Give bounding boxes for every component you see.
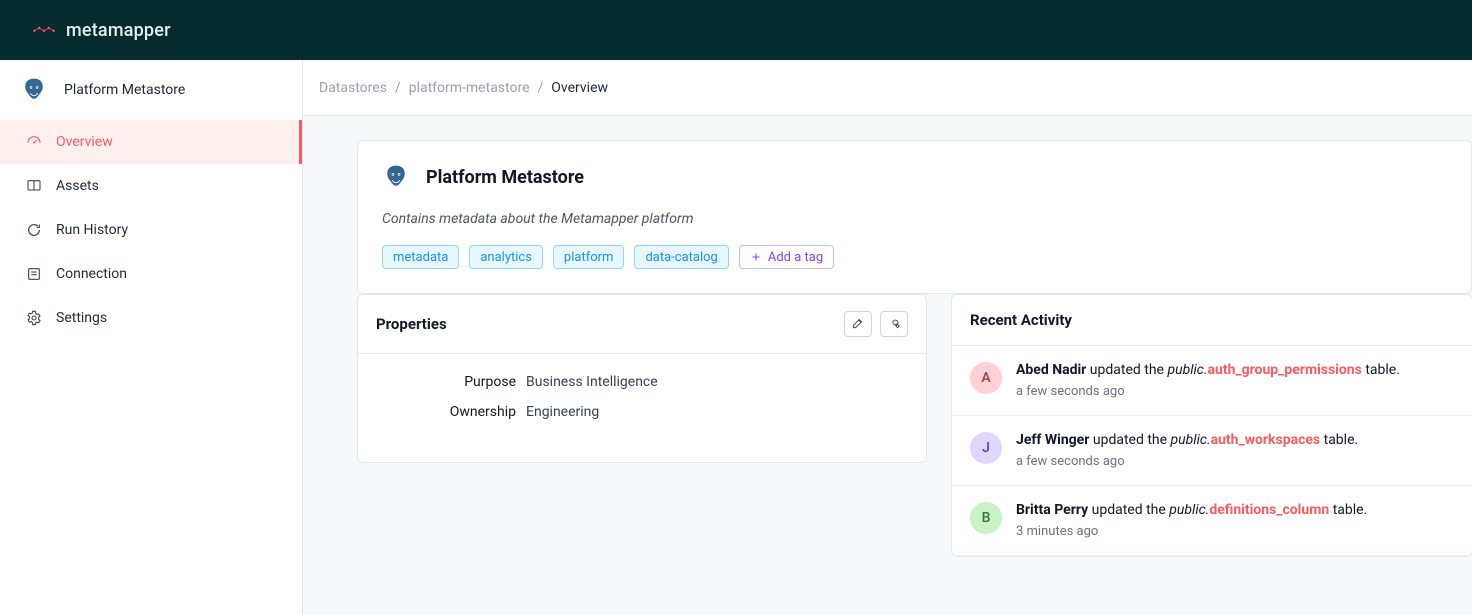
- activity-action: updated the: [1092, 502, 1166, 518]
- property-label: Purpose: [376, 374, 516, 390]
- connection-icon: [26, 266, 42, 282]
- run-history-icon: [26, 222, 42, 238]
- activity-list: A Abed Nadir updated the public.auth_gro…: [952, 346, 1472, 556]
- activity-actor: Jeff Winger: [1016, 432, 1089, 448]
- breadcrumb-datastores[interactable]: Datastores: [319, 80, 387, 96]
- nav-run-history[interactable]: Run History: [0, 208, 302, 252]
- activity-action: updated the: [1093, 432, 1167, 448]
- activity-time: a few seconds ago: [1016, 454, 1358, 469]
- recent-activity-title: Recent Activity: [970, 311, 1454, 329]
- plus-icon: [750, 251, 762, 263]
- postgres-icon: [20, 76, 48, 104]
- brand[interactable]: metamapper: [32, 18, 171, 42]
- nav-label: Connection: [56, 266, 127, 282]
- activity-action: updated the: [1090, 362, 1164, 378]
- activity-time: 3 minutes ago: [1016, 524, 1367, 539]
- top-nav: metamapper: [0, 0, 1472, 60]
- property-value: Engineering: [526, 404, 908, 420]
- tag-list: metadata analytics platform data-catalog…: [382, 245, 1447, 269]
- tag-analytics[interactable]: analytics: [469, 245, 543, 269]
- page-title: Platform Metastore: [426, 167, 584, 188]
- sidebar-title: Platform Metastore: [64, 82, 185, 98]
- nav-label: Settings: [56, 310, 107, 326]
- activity-suffix: table.: [1324, 432, 1359, 448]
- activity-schema: public.: [1171, 432, 1211, 448]
- nav-label: Overview: [56, 134, 113, 150]
- settings-icon: [26, 310, 42, 326]
- hero-card: Platform Metastore Contains metadata abo…: [357, 140, 1472, 294]
- recent-activity-card: Recent Activity A Abed Nadir updated the: [951, 294, 1472, 557]
- activity-object[interactable]: auth_workspaces: [1211, 432, 1321, 448]
- activity-object[interactable]: definitions_column: [1209, 502, 1329, 518]
- properties-card: Properties: [357, 294, 927, 463]
- activity-time: a few seconds ago: [1016, 384, 1400, 399]
- postgres-icon: [382, 161, 410, 193]
- activity-actor: Abed Nadir: [1016, 362, 1086, 378]
- sidebar-header: Platform Metastore: [0, 60, 302, 120]
- main: Datastores / platform-metastore / Overvi…: [303, 60, 1472, 615]
- breadcrumb-sep: /: [538, 80, 544, 96]
- breadcrumb-current: Overview: [551, 80, 608, 96]
- tag-metadata[interactable]: metadata: [382, 245, 459, 269]
- avatar: J: [970, 432, 1002, 464]
- nav-connection[interactable]: Connection: [0, 252, 302, 296]
- breadcrumb-sep: /: [395, 80, 401, 96]
- property-value: Business Intelligence: [526, 374, 908, 390]
- activity-item: B Britta Perry updated the public.defini…: [952, 486, 1472, 556]
- breadcrumbs: Datastores / platform-metastore / Overvi…: [303, 60, 1472, 116]
- breadcrumb-platform-metastore[interactable]: platform-metastore: [409, 80, 530, 96]
- nav-label: Run History: [56, 222, 128, 238]
- activity-actor: Britta Perry: [1016, 502, 1088, 518]
- hero-description: Contains metadata about the Metamapper p…: [382, 211, 1447, 227]
- tag-platform[interactable]: platform: [553, 245, 625, 269]
- property-label: Ownership: [376, 404, 516, 420]
- brand-name: metamapper: [66, 20, 171, 41]
- sidebar: Platform Metastore Overview Assets Run H…: [0, 60, 303, 615]
- add-tag-button[interactable]: Add a tag: [739, 245, 834, 269]
- property-row: Purpose Business Intelligence: [376, 374, 908, 390]
- properties-title: Properties: [376, 315, 447, 333]
- activity-suffix: table.: [1365, 362, 1400, 378]
- nav-settings[interactable]: Settings: [0, 296, 302, 340]
- add-tag-label: Add a tag: [768, 250, 823, 265]
- avatar: A: [970, 362, 1002, 394]
- brand-logo-icon: [32, 18, 56, 42]
- sidebar-nav: Overview Assets Run History Connection S…: [0, 120, 302, 340]
- activity-schema: public.: [1169, 502, 1209, 518]
- wrench-icon: [887, 316, 901, 333]
- avatar: B: [970, 502, 1002, 534]
- activity-item: J Jeff Winger updated the public.auth_wo…: [952, 416, 1472, 486]
- nav-overview[interactable]: Overview: [0, 120, 302, 164]
- activity-item: A Abed Nadir updated the public.auth_gro…: [952, 346, 1472, 416]
- tag-data-catalog[interactable]: data-catalog: [634, 245, 728, 269]
- overview-icon: [26, 134, 42, 150]
- nav-label: Assets: [56, 178, 99, 194]
- assets-icon: [26, 178, 42, 194]
- activity-suffix: table.: [1333, 502, 1368, 518]
- nav-assets[interactable]: Assets: [0, 164, 302, 208]
- edit-properties-button[interactable]: [844, 311, 872, 337]
- activity-object[interactable]: auth_group_permissions: [1208, 362, 1362, 378]
- configure-properties-button[interactable]: [880, 311, 908, 337]
- property-row: Ownership Engineering: [376, 404, 908, 420]
- edit-icon: [851, 316, 865, 333]
- activity-schema: public.: [1167, 362, 1207, 378]
